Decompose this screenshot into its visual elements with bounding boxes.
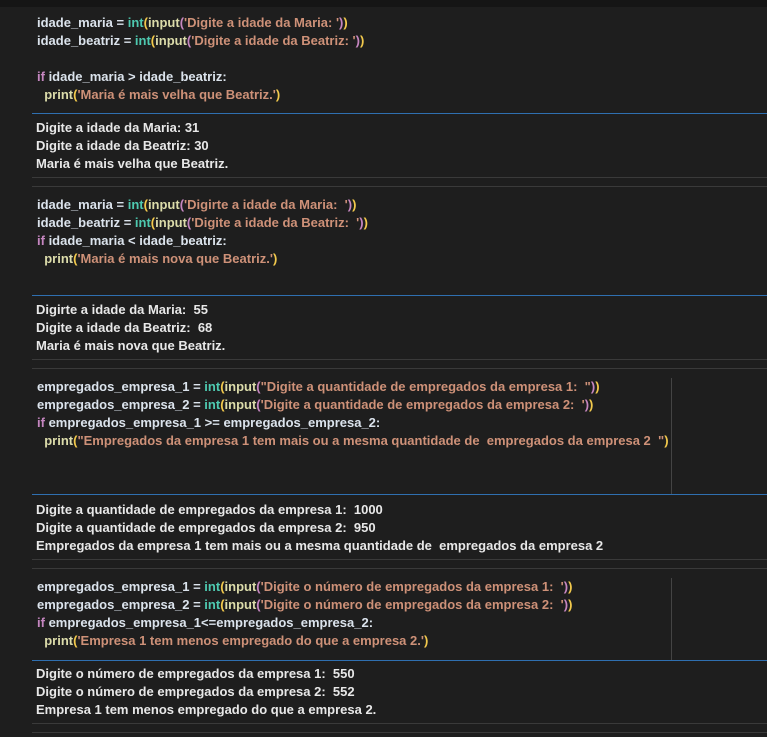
code-cell-2[interactable]: idade_maria = int(input('Digirte a idade… — [0, 196, 767, 268]
code-line: if empregados_empresa_1<=empregados_empr… — [37, 615, 374, 630]
code-line: if idade_maria < idade_beatriz: — [37, 233, 227, 248]
cell-divider — [32, 559, 767, 560]
output-line: Empregados da empresa 1 tem mais ou a me… — [36, 538, 604, 553]
output-cell-3: Digite a quantidade de empregados da emp… — [0, 501, 767, 555]
code-line: idade_maria = int(input('Digite a idade … — [37, 15, 348, 30]
output-cell-1: Digite a idade da Maria: 31 Digite a ida… — [0, 119, 767, 173]
cell-divider — [32, 494, 767, 495]
output-line: Digite a idade da Beatriz: 68 — [36, 320, 213, 335]
output-line: Digite a quantidade de empregados da emp… — [36, 520, 376, 535]
output-line: Digite o número de empregados da empresa… — [36, 666, 355, 681]
output-line: Maria é mais velha que Beatriz. — [36, 156, 229, 171]
output-line: Empresa 1 tem menos empregado do que a e… — [36, 702, 377, 717]
output-line: Digirte a idade da Maria: 55 — [36, 302, 208, 317]
code-line: empregados_empresa_2 = int(input('Digite… — [37, 597, 573, 612]
cell-divider — [32, 113, 767, 114]
cell-divider — [32, 568, 767, 569]
output-line: Maria é mais nova que Beatriz. — [36, 338, 226, 353]
cell-divider — [32, 723, 767, 724]
code-line: empregados_empresa_1 = int(input('Digite… — [37, 579, 573, 594]
cell-divider — [32, 732, 767, 733]
code-line: idade_beatriz = int(input('Digite a idad… — [37, 33, 365, 48]
output-line: Digite a idade da Maria: 31 — [36, 120, 200, 135]
cell-divider — [32, 295, 767, 296]
output-line: Digite a idade da Beatriz: 30 — [36, 138, 209, 153]
code-cell-4[interactable]: empregados_empresa_1 = int(input('Digite… — [0, 578, 767, 650]
output-cell-2: Digirte a idade da Maria: 55 Digite a id… — [0, 301, 767, 355]
code-line: print('Maria é mais nova que Beatriz.') — [44, 251, 278, 266]
output-line: Digite a quantidade de empregados da emp… — [36, 502, 383, 517]
code-line: if empregados_empresa_1 >= empregados_em… — [37, 415, 381, 430]
cell-divider — [32, 359, 767, 360]
code-line: print("Empregados da empresa 1 tem mais … — [44, 433, 669, 448]
code-cell-1[interactable]: idade_maria = int(input('Digite a idade … — [0, 14, 767, 104]
code-cell-3[interactable]: empregados_empresa_1 = int(input("Digite… — [0, 378, 767, 450]
code-line: empregados_empresa_1 = int(input("Digite… — [37, 379, 600, 394]
code-line: idade_maria = int(input('Digirte a idade… — [37, 197, 357, 212]
output-cell-4: Digite o número de empregados da empresa… — [0, 665, 767, 719]
code-line: print('Maria é mais velha que Beatriz.') — [44, 87, 281, 102]
code-line: idade_beatriz = int(input('Digite a idad… — [37, 215, 368, 230]
cell-divider — [32, 177, 767, 178]
cell-divider — [32, 186, 767, 187]
code-line: empregados_empresa_2 = int(input('Digite… — [37, 397, 594, 412]
cell-divider — [32, 660, 767, 661]
cell-divider — [32, 368, 767, 369]
output-line: Digite o número de empregados da empresa… — [36, 684, 355, 699]
top-bar — [0, 0, 767, 7]
code-line: print('Empresa 1 tem menos empregado do … — [44, 633, 429, 648]
code-line: if idade_maria > idade_beatriz: — [37, 69, 227, 84]
